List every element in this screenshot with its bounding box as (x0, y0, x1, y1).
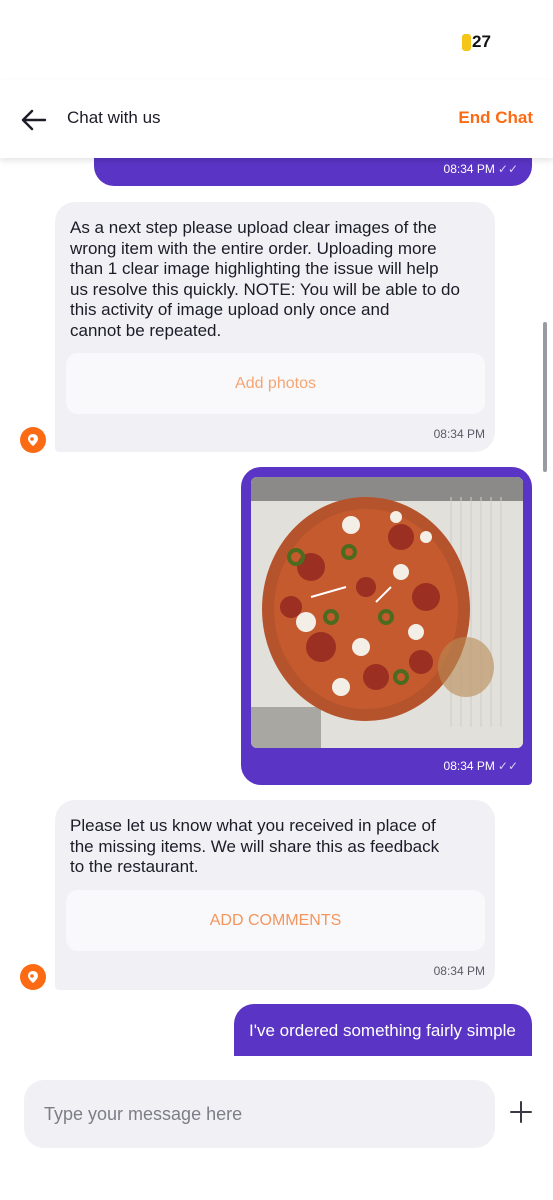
pizza-image-icon (251, 477, 523, 748)
chat-header: Chat with us End Chat (0, 80, 553, 158)
back-button[interactable] (18, 104, 50, 136)
plus-icon (510, 1101, 532, 1123)
battery-level: 27 (472, 32, 491, 51)
add-comments-button[interactable]: ADD COMMENTS (66, 890, 485, 951)
page-title: Chat with us (67, 108, 161, 127)
message-timestamp: 08:34 PM (433, 427, 485, 441)
agent-avatar-icon (20, 964, 46, 990)
scrollbar[interactable] (543, 322, 547, 472)
incoming-message: As a next step please upload clear image… (55, 202, 495, 452)
message-timestamp: 08:34 PM ✓✓ (443, 759, 518, 773)
arrow-left-icon (21, 109, 47, 131)
outgoing-message: I've ordered something fairly simple (234, 1004, 532, 1056)
message-text: Please let us know what you received in … (70, 816, 440, 876)
message-composer (24, 1080, 495, 1148)
status-bar: 27 (0, 0, 553, 80)
message-input[interactable] (44, 1080, 474, 1148)
message-timestamp: 08:34 PM (433, 964, 485, 978)
message-text: As a next step please upload clear image… (70, 218, 460, 340)
add-photos-button[interactable]: Add photos (66, 353, 485, 414)
message-timestamp: 08:34 PM ✓✓ (443, 162, 518, 176)
incoming-message: Please let us know what you received in … (55, 800, 495, 990)
battery-icon (462, 33, 471, 51)
message-text: I've ordered something fairly simple (249, 1021, 516, 1040)
outgoing-image-message: 08:34 PM ✓✓ (241, 467, 532, 785)
end-chat-button[interactable]: End Chat (458, 108, 533, 128)
outgoing-message: 08:34 PM ✓✓ (94, 158, 532, 186)
pizza-photo[interactable] (251, 477, 523, 748)
attach-button[interactable] (506, 1097, 536, 1127)
double-check-icon: ✓✓ (497, 162, 518, 176)
agent-avatar-icon (20, 427, 46, 453)
battery-indicator: 27 (462, 32, 491, 52)
chat-message-list[interactable]: 08:34 PM ✓✓ As a next step please upload … (0, 158, 553, 1056)
double-check-icon: ✓✓ (497, 759, 518, 773)
